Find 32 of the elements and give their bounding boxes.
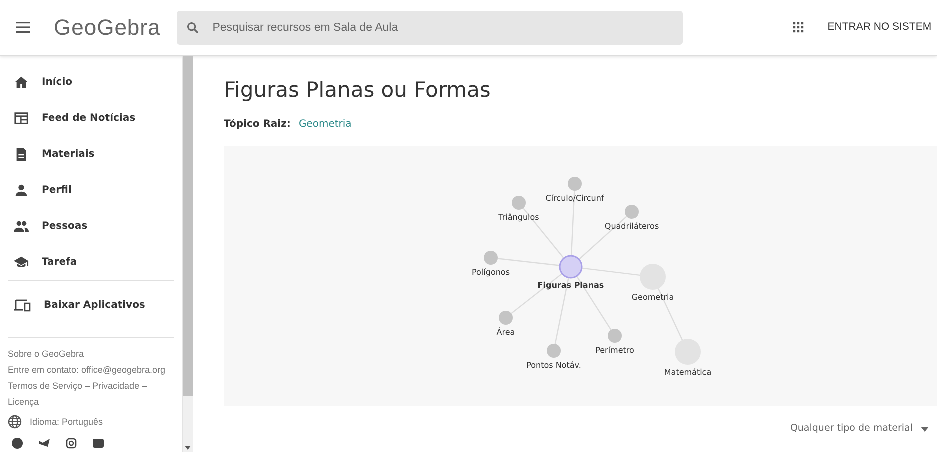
root-topic-link[interactable]: Geometria — [298, 117, 352, 132]
node-label[interactable]: Círculo/Circunf — [546, 194, 604, 204]
logo[interactable]: GeoGebra — [54, 11, 161, 44]
sidebar-item[interactable]: Feed de Notícias — [0, 100, 182, 136]
node-label[interactable]: Figuras Planas — [538, 281, 604, 290]
about-link[interactable]: Sobre o GeoGebra — [8, 349, 84, 359]
node-label[interactable]: Área — [496, 328, 516, 338]
sidebar-item[interactable]: Início — [0, 64, 182, 100]
node-label[interactable]: Triângulos — [498, 213, 540, 222]
privacy-link[interactable]: Privacidade — [92, 381, 140, 391]
sidebar-item[interactable]: Perfil — [0, 172, 182, 208]
node-label[interactable]: Polígonos — [472, 268, 510, 278]
node-label[interactable]: Pontos Notáv. — [526, 361, 582, 370]
node-label[interactable]: Geometria — [632, 293, 674, 302]
contact-link[interactable]: Entre em contato: office@geogebra.org — [8, 365, 166, 375]
login-link[interactable]: ENTRAR NO SISTEM — [828, 20, 932, 36]
terms-link[interactable]: Termos de Serviço — [8, 381, 83, 391]
node-label[interactable]: Quadriláteros — [604, 222, 660, 232]
separator: – — [84, 381, 92, 391]
node-label[interactable]: Perímetro — [596, 346, 634, 356]
root-topic-label: Tópico Raiz: — [224, 118, 291, 132]
sidebar-item[interactable]: Tarefa — [0, 244, 182, 280]
node-label[interactable]: Matemática — [664, 368, 712, 378]
sidebar-item[interactable]: Pessoas — [0, 208, 182, 244]
material-type-dropdown[interactable]: Qualquer tipo de material — [790, 422, 929, 436]
page-title: Figuras Planas ou Formas — [224, 78, 492, 104]
sidebar-item[interactable]: Materiais — [0, 136, 182, 172]
sidebar-item[interactable]: Baixar Aplicativos — [0, 281, 182, 329]
separator: – — [141, 381, 148, 391]
license-link[interactable]: Licença — [8, 397, 40, 407]
search-field[interactable]: Pesquisar recursos em Sala de Aula — [176, 10, 683, 44]
language-link[interactable]: Idioma: Português — [30, 414, 104, 430]
